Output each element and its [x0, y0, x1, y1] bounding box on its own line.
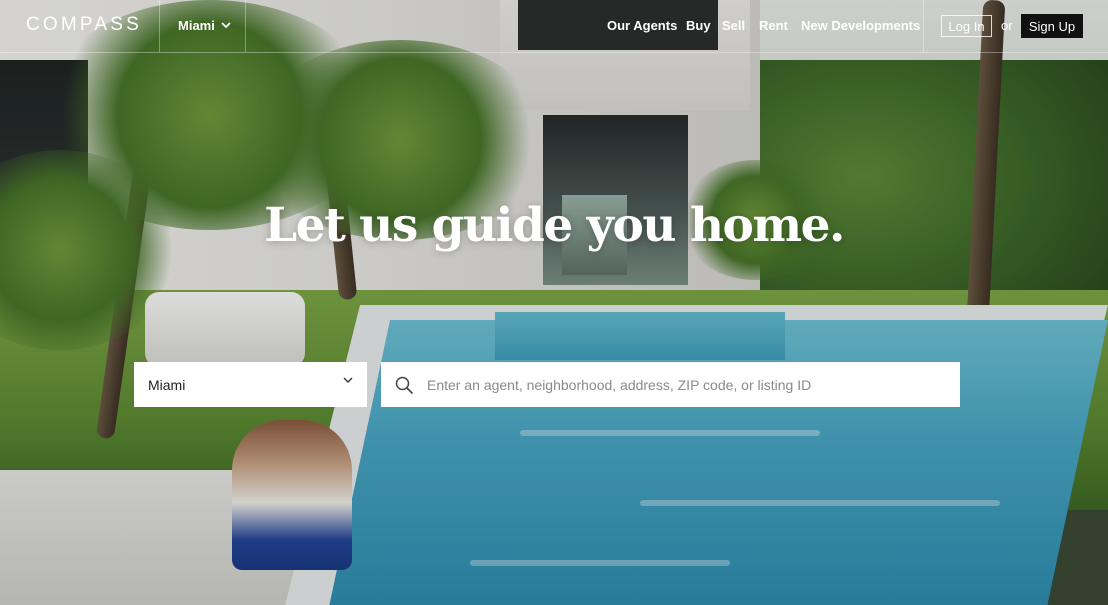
log-in-button[interactable]: Log In — [941, 15, 992, 37]
nav-sell[interactable]: Sell — [722, 18, 745, 33]
search-city-value: Miami — [148, 376, 186, 393]
search-icon — [395, 376, 413, 394]
city-selector[interactable]: Miami — [178, 18, 231, 33]
sign-up-button[interactable]: Sign Up — [1021, 14, 1083, 38]
site-header: COMPASS Miami Our Agents Buy Sell Rent N… — [0, 0, 1108, 53]
nav-new-developments[interactable]: New Developments — [801, 18, 920, 33]
hero-headline: Let us guide you home. — [264, 198, 845, 253]
nav-rent[interactable]: Rent — [759, 18, 788, 33]
header-divider — [159, 0, 160, 52]
chevron-down-icon — [221, 22, 231, 29]
header-divider — [245, 0, 246, 52]
nav-buy[interactable]: Buy — [686, 18, 711, 33]
nav-our-agents[interactable]: Our Agents — [607, 18, 677, 33]
header-divider — [923, 0, 924, 52]
search-box[interactable] — [381, 362, 960, 407]
city-selector-label: Miami — [178, 18, 215, 33]
hero-background-image — [0, 0, 1108, 605]
compass-logo[interactable]: COMPASS — [26, 14, 142, 36]
search-city-dropdown[interactable]: Miami — [134, 362, 367, 407]
search-input[interactable] — [425, 375, 949, 394]
or-text: or — [1001, 18, 1013, 33]
chevron-down-icon — [343, 377, 353, 383]
image-overlay — [0, 0, 1108, 605]
